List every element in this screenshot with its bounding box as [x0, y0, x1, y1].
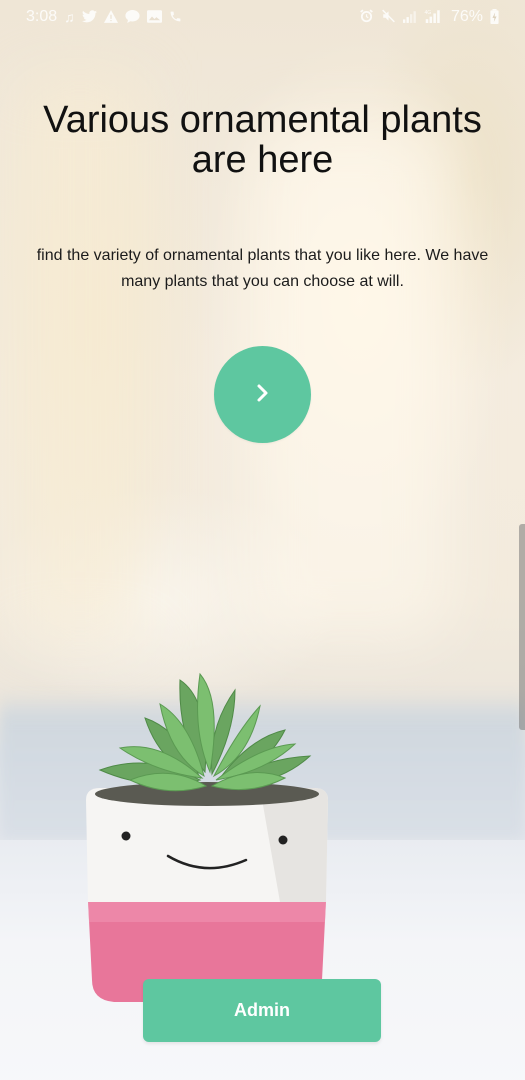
battery-percent: 76%: [450, 8, 483, 25]
mute-icon: [381, 9, 396, 25]
next-button[interactable]: [214, 346, 311, 443]
image-icon: [146, 9, 162, 25]
chat-icon: [125, 9, 140, 25]
onboarding-subtitle: find the variety of ornamental plants th…: [36, 247, 489, 290]
twitter-icon: [81, 9, 97, 25]
onboarding-headline: Various ornamental plants are here: [43, 99, 482, 181]
succulent-pot-image: [60, 660, 340, 1020]
status-left: 3:08 ♫: [26, 8, 182, 26]
chevron-right-icon: [254, 382, 272, 407]
alarm-icon: [359, 9, 374, 25]
battery-icon: [490, 8, 499, 26]
signal-icon: [402, 10, 417, 25]
status-time: 3:08: [26, 8, 58, 25]
music-icon: ♫: [64, 9, 75, 25]
status-right: 4G 76%: [359, 8, 499, 26]
svg-text:4G: 4G: [424, 10, 431, 16]
admin-button[interactable]: Admin: [143, 979, 381, 1042]
edge-panel-handle[interactable]: [519, 524, 525, 730]
status-bar: 3:08 ♫ 4G 76%: [0, 0, 525, 34]
phone-icon: [169, 10, 182, 25]
lte-signal-icon: 4G: [424, 9, 444, 25]
alert-icon: [103, 9, 118, 25]
